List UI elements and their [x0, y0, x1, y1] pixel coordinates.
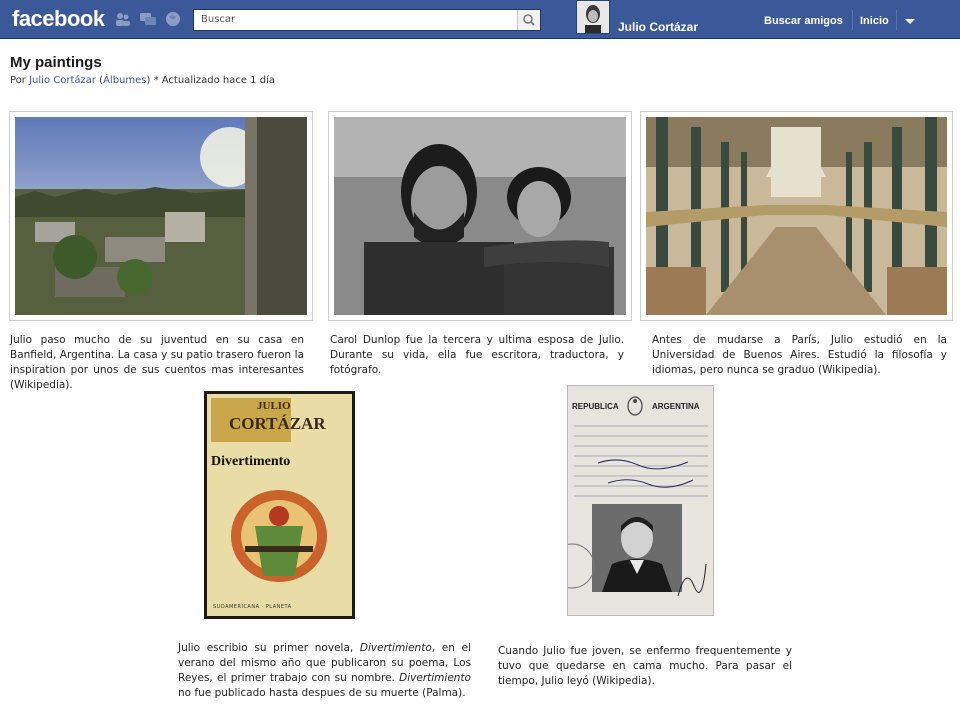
- photo-caption: Carol Dunlop fue la tercera y ultima esp…: [330, 334, 624, 376]
- card-portrait: [592, 504, 682, 592]
- top-bar: facebook Buscar Julio Cortázar Buscar am…: [0, 0, 960, 39]
- cover-author-last: CORTÁZAR: [229, 414, 326, 433]
- notifications-globe-icon[interactable]: [164, 11, 182, 27]
- friend-requests-icon[interactable]: [114, 11, 132, 27]
- photo-carol-dunlop-image: [334, 117, 626, 315]
- search-input[interactable]: Buscar: [193, 9, 541, 31]
- facebook-logo[interactable]: facebook: [12, 6, 105, 32]
- card-stamp: [568, 543, 595, 589]
- photo-banfield-image: [15, 117, 307, 315]
- user-name-link[interactable]: Julio Cortázar: [618, 20, 698, 34]
- card-header-right: ARGENTINA: [652, 402, 700, 411]
- find-friends-link[interactable]: Buscar amigos: [764, 15, 843, 27]
- cover-author-first: JULIO: [257, 400, 291, 412]
- search-placeholder: Buscar: [201, 14, 236, 25]
- album-byline: Por Julio Cortázar (Álbumes) * Actualiza…: [10, 75, 275, 86]
- photo-caption-divertimento: Julio escribio su primer novela, Diverti…: [178, 642, 471, 699]
- album-title: My paintings: [10, 54, 102, 71]
- book-cover: JULIO CORTÁZAR Divertimento SUDAMERICANA…: [207, 394, 352, 616]
- photo-caption: Julio paso mucho de su juventud en su ca…: [10, 334, 304, 391]
- nav-divider: [896, 10, 897, 30]
- photo-caption: Antes de mudarse a París, Julio estudió …: [652, 334, 947, 376]
- avatar-portrait-icon: [577, 1, 609, 33]
- search-button[interactable]: [517, 10, 540, 30]
- photo-id-card[interactable]: REPUBLICA ARGENTINA: [567, 385, 714, 616]
- photo-divertimento-cover[interactable]: JULIO CORTÁZAR Divertimento SUDAMERICANA…: [204, 391, 355, 619]
- card-form-lines: [574, 425, 708, 497]
- account-menu-chevron-down-icon[interactable]: [905, 19, 915, 24]
- cover-illustration: [231, 490, 327, 582]
- user-avatar[interactable]: [576, 0, 610, 34]
- photo-carol-dunlop[interactable]: [328, 111, 632, 321]
- photo-universidad-image: [646, 117, 947, 315]
- cover-title: Divertimento: [211, 454, 291, 469]
- card-signature: [677, 563, 707, 597]
- search-icon: [523, 14, 535, 26]
- photo-universidad[interactable]: [640, 111, 953, 321]
- author-link[interactable]: Julio Cortázar: [29, 75, 96, 86]
- coat-of-arms-icon: [627, 396, 643, 416]
- nav-divider: [852, 10, 853, 30]
- cover-publisher: SUDAMERICANA · PLANETA: [213, 604, 292, 610]
- card-header-left: REPUBLICA: [572, 402, 619, 411]
- home-link[interactable]: Inicio: [860, 15, 889, 27]
- messages-icon[interactable]: [139, 11, 157, 27]
- albums-link[interactable]: Álbumes: [103, 75, 146, 86]
- photo-caption: Cuando Julio fue joven, se enfermo frequ…: [498, 645, 792, 687]
- photo-banfield[interactable]: [9, 111, 313, 321]
